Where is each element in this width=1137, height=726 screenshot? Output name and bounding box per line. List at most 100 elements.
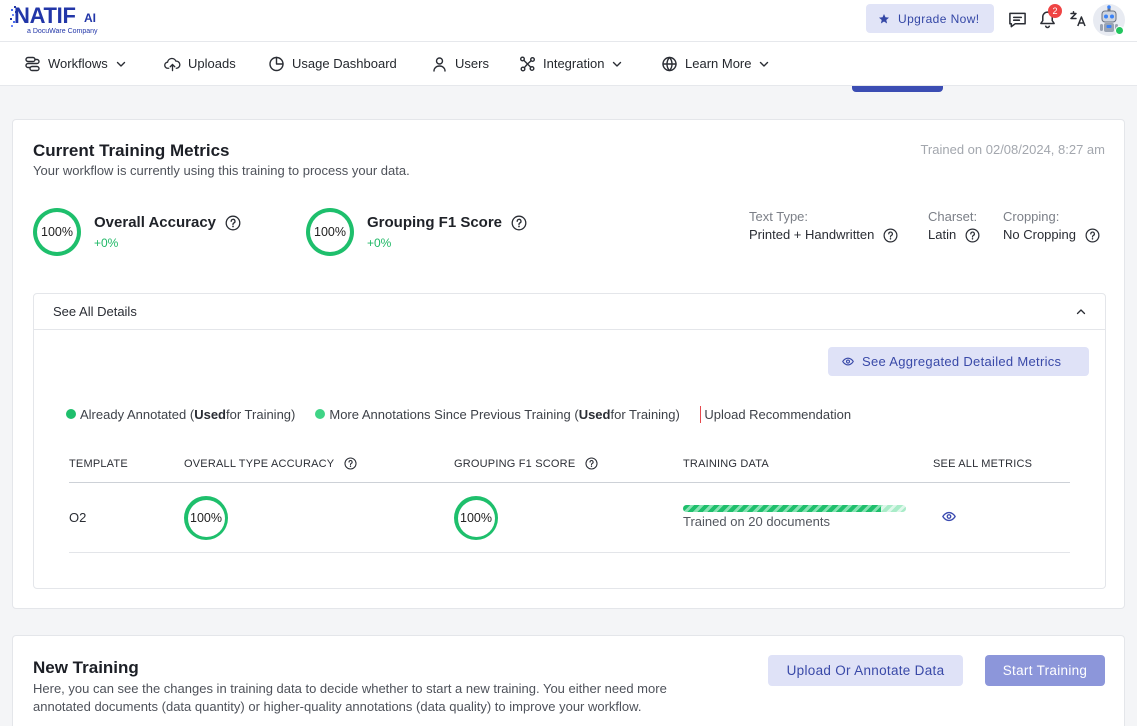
overall-accuracy-metric: 100% Overall Accuracy +0%	[33, 208, 313, 256]
nav-item-users[interactable]: Users	[431, 42, 489, 85]
see-metrics-eye-icon[interactable]	[942, 511, 956, 523]
globe-icon	[661, 56, 678, 72]
overall-type-accuracy-value: 100%	[190, 511, 222, 525]
legend-text: More Annotations Since Previous Training…	[329, 406, 579, 422]
training-data-progress-bar	[683, 505, 906, 512]
star-icon	[878, 13, 890, 25]
nav-label: Workflows	[48, 56, 108, 71]
legend-red-line	[699, 405, 702, 423]
overall-accuracy-value: 100%	[41, 225, 73, 239]
text-type-value: Printed + Handwritten	[749, 227, 875, 242]
natif-logo[interactable]: NATIF AI a DocuWare Company	[10, 2, 102, 40]
help-icon[interactable]	[225, 215, 241, 231]
current-training-title: Current Training Metrics	[33, 141, 230, 160]
trained-on-timestamp: Trained on 02/08/2024, 8:27 am	[920, 142, 1105, 157]
help-icon[interactable]	[1085, 228, 1100, 243]
grouping-f1-value: 100%	[314, 225, 346, 239]
user-icon	[431, 56, 448, 72]
text-type-property: Text Type: Printed + Handwritten	[749, 209, 898, 243]
column-header-training-data: TRAINING DATA	[683, 457, 769, 470]
legend-already-annotated: Already Annotated (Used for Training)	[66, 407, 295, 422]
new-training-description: Here, you can see the changes in trainin…	[33, 681, 667, 714]
template-name: O2	[69, 510, 87, 525]
overall-accuracy-delta: +0%	[94, 236, 119, 250]
nav-item-integration[interactable]: Integration	[519, 42, 622, 85]
new-training-title: New Training	[33, 658, 139, 677]
training-legend: Already Annotated (Used for Training) Mo…	[66, 405, 851, 423]
upgrade-now-button[interactable]: Upgrade Now!	[866, 4, 994, 33]
chevron-down-icon	[759, 59, 769, 69]
nav-item-workflows[interactable]: Workflows	[24, 42, 126, 85]
legend-text: for Training)	[610, 406, 680, 422]
upload-or-annotate-button[interactable]: Upload Or Annotate Data	[768, 655, 963, 686]
logo-name: NATIF	[14, 3, 76, 28]
see-all-details-toggle[interactable]: See All Details	[34, 294, 1105, 330]
grouping-f1-metric: 100% Grouping F1 Score +0%	[306, 208, 586, 256]
see-all-details-label: See All Details	[53, 304, 137, 319]
template-metrics-table: TEMPLATE OVERALL TYPE ACCURACY GROUPING …	[69, 445, 1070, 555]
legend-text: for Training)	[226, 406, 296, 422]
overall-accuracy-label: Overall Accuracy	[94, 214, 217, 231]
integration-icon	[519, 56, 536, 72]
legend-dot	[66, 409, 76, 419]
grouping-f1-label: Grouping F1 Score	[367, 214, 503, 231]
nav-label: Integration	[543, 56, 605, 71]
online-status-dot	[1115, 26, 1124, 35]
current-training-card: Current Training Metrics Your workflow i…	[12, 119, 1125, 609]
overall-type-accuracy-ring: 100%	[184, 496, 228, 540]
legend-dot	[315, 409, 326, 419]
chevron-up-icon	[1076, 307, 1086, 317]
nav-label: Uploads	[188, 56, 236, 71]
top-bar: NATIF AI a DocuWare Company Upgrade Now!…	[0, 0, 1137, 42]
workflow-icon	[24, 56, 41, 72]
main-navigation: Workflows Uploads Usage Dashboard Users …	[0, 42, 1137, 86]
see-aggregated-metrics-button[interactable]: See Aggregated Detailed Metrics	[828, 347, 1089, 376]
grouping-f1-ring: 100%	[306, 208, 354, 256]
cropping-value: No Cropping	[1003, 227, 1076, 242]
help-icon[interactable]	[883, 228, 898, 243]
help-icon[interactable]	[585, 457, 598, 470]
legend-text-bold: Used	[578, 406, 611, 422]
help-icon[interactable]	[965, 228, 980, 243]
start-training-button[interactable]: Start Training	[985, 655, 1105, 686]
progress-segment-already-annotated	[683, 505, 882, 512]
charset-label: Charset:	[928, 209, 978, 224]
current-training-subtitle: Your workflow is currently using this tr…	[33, 163, 410, 178]
chat-icon[interactable]	[1008, 11, 1027, 29]
upload-cloud-icon	[164, 56, 181, 72]
logo-suffix: AI	[84, 11, 96, 25]
charset-property: Charset: Latin	[928, 209, 980, 243]
help-icon[interactable]	[344, 457, 357, 470]
grouping-f1-score-ring: 100%	[454, 496, 498, 540]
charset-value: Latin	[928, 227, 957, 242]
table-header: TEMPLATE OVERALL TYPE ACCURACY GROUPING …	[69, 445, 1070, 483]
nav-label: Users	[455, 56, 489, 71]
legend-more-annotations: More Annotations Since Previous Training…	[315, 406, 680, 422]
usage-dashboard-icon	[268, 56, 285, 72]
partially-hidden-button	[852, 86, 943, 92]
details-accordion: See All Details See Aggregated Detailed …	[33, 293, 1106, 589]
cropping-label: Cropping:	[1003, 209, 1060, 224]
legend-text-bold: Used	[194, 406, 226, 422]
nav-item-usage-dashboard[interactable]: Usage Dashboard	[268, 42, 397, 85]
column-header-template: TEMPLATE	[69, 457, 128, 470]
nav-item-uploads[interactable]: Uploads	[164, 42, 236, 85]
column-header-overall-type-accuracy: OVERALL TYPE ACCURACY	[184, 445, 357, 482]
notification-count-badge: 2	[1048, 4, 1062, 18]
translate-icon[interactable]	[1070, 11, 1086, 27]
column-header-see-all-metrics: SEE ALL METRICS	[933, 457, 1033, 470]
logo-tagline: a DocuWare Company	[27, 28, 98, 35]
progress-segment-more-annotations	[881, 505, 906, 512]
training-data-caption: Trained on 20 documents	[683, 514, 830, 529]
nav-item-learn-more[interactable]: Learn More	[661, 42, 769, 85]
grouping-f1-score-value: 100%	[460, 511, 492, 525]
nav-label: Usage Dashboard	[292, 56, 397, 71]
see-aggregated-metrics-label: See Aggregated Detailed Metrics	[862, 354, 1062, 369]
nav-label: Learn More	[685, 56, 752, 71]
column-header-grouping-f1-score: GROUPING F1 SCORE	[454, 445, 598, 482]
help-icon[interactable]	[511, 215, 527, 231]
legend-text: Upload Recommendation	[704, 406, 852, 422]
legend-text: Already Annotated (	[80, 406, 195, 422]
legend-upload-recommendation: Upload Recommendation	[699, 405, 852, 423]
chevron-down-icon	[612, 59, 622, 69]
